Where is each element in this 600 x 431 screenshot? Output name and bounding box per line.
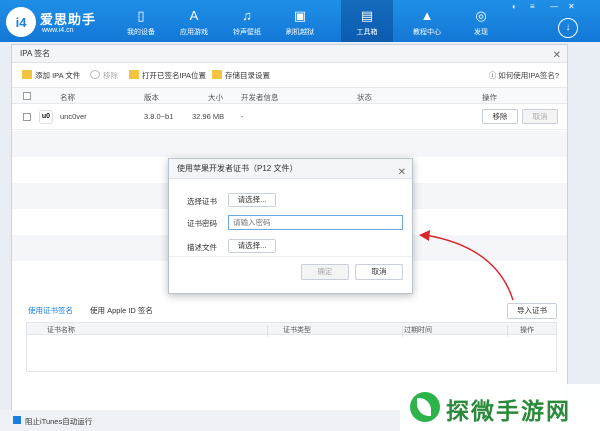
confirm-button[interactable]: 确定 bbox=[301, 264, 349, 280]
add-ipa-label: 添加 IPA 文件 bbox=[35, 71, 81, 80]
minimize-icon[interactable]: — bbox=[550, 2, 558, 11]
folder-settings-icon bbox=[212, 70, 222, 79]
app-icon: u0 bbox=[39, 110, 53, 124]
toolbox-icon: ▤ bbox=[360, 8, 374, 23]
select-profile-button[interactable]: 请选择... bbox=[228, 239, 276, 253]
col-developer: 开发者信息 bbox=[241, 93, 279, 102]
dialog-title-text: 使用苹果开发者证书（P12 文件） bbox=[177, 164, 298, 173]
column-divider bbox=[402, 325, 403, 337]
menu-icon[interactable]: ≡ bbox=[530, 2, 535, 11]
select-all-checkbox[interactable] bbox=[23, 92, 31, 100]
remove-icon bbox=[90, 70, 100, 79]
add-ipa-button[interactable]: 添加 IPA 文件 bbox=[22, 70, 80, 81]
col-size: 大小 bbox=[208, 93, 223, 102]
col-name: 名称 bbox=[60, 93, 75, 102]
close-window-icon[interactable]: ✕ bbox=[568, 2, 575, 11]
i4-logo: i4 bbox=[6, 7, 36, 37]
watermark-logo bbox=[410, 392, 440, 422]
dialog-title: 使用苹果开发者证书（P12 文件） ✕ bbox=[169, 159, 412, 179]
nav-apps-games[interactable]: A 应用游戏 bbox=[168, 0, 220, 42]
app-version: 3.8.0~b1 bbox=[144, 112, 174, 121]
column-divider bbox=[267, 325, 268, 337]
flash-icon: ▣ bbox=[293, 8, 307, 23]
help-link[interactable]: ⓘ 如何使用IPA签名? bbox=[489, 70, 559, 81]
col-cert-type: 证书类型 bbox=[283, 327, 311, 334]
cert-table: 证书名称 证书类型 过期时间 操作 bbox=[26, 322, 557, 372]
top-bar: i4 爱思助手 www.i4.cn ▯ 我的设备 A 应用游戏 ♫ 铃声壁纸 ▣… bbox=[0, 0, 600, 42]
col-actions: 操作 bbox=[482, 93, 497, 102]
table-row[interactable]: u0 unc0ver 3.8.0~b1 32.96 MB - 移除 取消 bbox=[12, 104, 567, 130]
table-header: 名称 版本 大小 开发者信息 状态 操作 bbox=[12, 87, 567, 104]
app-size: 32.96 MB bbox=[192, 112, 225, 121]
row-remove-button[interactable]: 移除 bbox=[482, 109, 518, 124]
column-divider bbox=[507, 325, 508, 337]
nav-label: 教程中心 bbox=[413, 29, 441, 36]
remove-label: 移除 bbox=[103, 71, 118, 80]
nav-label: 我的设备 bbox=[127, 29, 155, 36]
help-label: 如何使用IPA签名? bbox=[498, 71, 559, 80]
col-cert-actions: 操作 bbox=[520, 327, 534, 334]
brand-url: www.i4.cn bbox=[42, 27, 74, 34]
col-version: 版本 bbox=[144, 93, 159, 102]
help-icon: ⓘ bbox=[488, 71, 499, 80]
app-name: unc0ver bbox=[60, 112, 87, 121]
close-icon[interactable]: ✕ bbox=[553, 47, 561, 65]
nav-ringtones[interactable]: ♫ 铃声壁纸 bbox=[221, 0, 273, 42]
annotation-arrow bbox=[419, 230, 514, 301]
profile-label: 描述文件 bbox=[187, 243, 217, 252]
compass-icon: ◎ bbox=[475, 8, 487, 23]
storage-label: 存储目录设置 bbox=[225, 71, 270, 80]
window-title-text: IPA 签名 bbox=[20, 49, 51, 58]
nav-toolbox[interactable]: ▤ 工具箱 bbox=[341, 0, 393, 42]
cert-table-header: 证书名称 证书类型 过期时间 操作 bbox=[27, 323, 556, 337]
select-cert-button[interactable]: 请选择... bbox=[228, 193, 276, 207]
open-signed-location-button[interactable]: 打开已签名IPA位置 bbox=[129, 70, 206, 81]
itunes-label: 阻止iTunes自动运行 bbox=[25, 417, 93, 426]
download-icon[interactable]: ↓ bbox=[558, 18, 578, 38]
toolbar: 添加 IPA 文件 移除 打开已签名IPA位置 存储目录设置 ⓘ 如何使用IPA… bbox=[12, 66, 567, 86]
select-cert-label: 选择证书 bbox=[187, 197, 217, 206]
nav-tutorials[interactable]: ▲ 教程中心 bbox=[401, 0, 453, 42]
row-checkbox[interactable] bbox=[23, 113, 31, 121]
open-location-label: 打开已签名IPA位置 bbox=[142, 71, 207, 80]
app-developer: - bbox=[241, 112, 244, 121]
col-expiry: 过期时间 bbox=[404, 327, 432, 334]
nav-flash[interactable]: ▣ 刷机越狱 bbox=[274, 0, 326, 42]
graduation-cap-icon: ▲ bbox=[420, 8, 434, 23]
appstore-icon: A bbox=[189, 8, 199, 23]
nav-label: 工具箱 bbox=[356, 29, 378, 36]
storage-settings-button[interactable]: 存储目录设置 bbox=[212, 70, 270, 81]
nav-label: 应用游戏 bbox=[180, 29, 208, 36]
phone-icon: ▯ bbox=[137, 8, 145, 23]
nav-label: 铃声壁纸 bbox=[233, 29, 261, 36]
password-input[interactable] bbox=[228, 215, 403, 230]
row-cancel-button[interactable]: 取消 bbox=[522, 109, 558, 124]
watermark-text: 探微手游网 bbox=[446, 399, 571, 425]
nav-label: 刷机越狱 bbox=[286, 29, 314, 36]
folder-icon bbox=[129, 70, 139, 79]
watermark: 探微手游网 bbox=[400, 384, 600, 431]
nav-label: 发现 bbox=[474, 29, 488, 36]
folder-add-icon bbox=[22, 70, 32, 79]
dialog-divider bbox=[169, 256, 412, 257]
remove-button[interactable]: 移除 bbox=[90, 70, 118, 81]
password-label: 证书密码 bbox=[187, 219, 217, 228]
brand-name: 爱思助手 bbox=[40, 12, 97, 27]
nav-discover[interactable]: ◎ 发现 bbox=[455, 0, 507, 42]
close-icon[interactable]: ✕ bbox=[398, 163, 406, 183]
p12-cert-dialog: 使用苹果开发者证书（P12 文件） ✕ 选择证书 请选择... 证书密码 描述文… bbox=[168, 158, 413, 294]
leaf-icon bbox=[417, 398, 431, 416]
col-status: 状态 bbox=[357, 93, 372, 102]
window-title: IPA 签名 ✕ bbox=[12, 45, 567, 63]
tab-appleid-sign[interactable]: 使用 Apple ID 签名 bbox=[90, 305, 153, 316]
col-cert-name: 证书名称 bbox=[47, 327, 75, 334]
nav-my-device[interactable]: ▯ 我的设备 bbox=[115, 0, 167, 42]
empty-row bbox=[12, 131, 567, 157]
theme-icon[interactable]: ◐ bbox=[512, 2, 517, 11]
itunes-checkbox[interactable] bbox=[13, 416, 21, 424]
tab-cert-sign[interactable]: 使用证书签名 bbox=[28, 305, 73, 316]
music-icon: ♫ bbox=[242, 8, 252, 23]
cancel-button[interactable]: 取消 bbox=[355, 264, 403, 280]
import-cert-button[interactable]: 导入证书 bbox=[507, 303, 557, 319]
